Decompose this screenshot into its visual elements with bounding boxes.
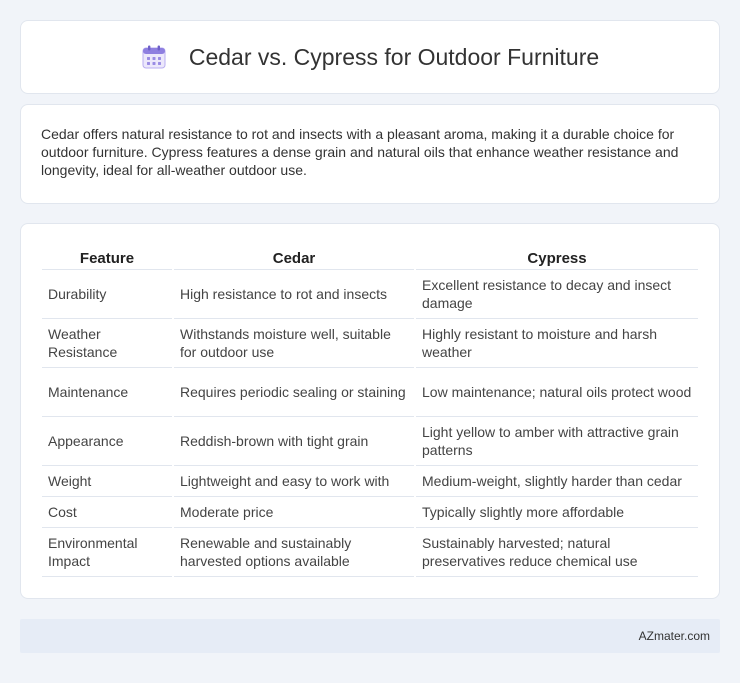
cypress-cell: Light yellow to amber with attractive gr… xyxy=(416,417,698,466)
summary-text: Cedar offers natural resistance to rot a… xyxy=(41,126,679,178)
table-row: Environmental Impact Renewable and susta… xyxy=(42,528,698,577)
cedar-cell: Requires periodic sealing or staining xyxy=(174,368,414,417)
cedar-cell: High resistance to rot and insects xyxy=(174,270,414,319)
comparison-table: Feature Cedar Cypress Durability High re… xyxy=(40,248,700,577)
cypress-cell: Low maintenance; natural oils protect wo… xyxy=(416,368,698,417)
cypress-cell: Excellent resistance to decay and insect… xyxy=(416,270,698,319)
cypress-cell: Highly resistant to moisture and harsh w… xyxy=(416,319,698,368)
table-header-row: Feature Cedar Cypress xyxy=(42,248,698,270)
feature-cell: Cost xyxy=(42,497,172,528)
page-title: Cedar vs. Cypress for Outdoor Furniture xyxy=(188,43,600,70)
feature-cell: Weather Resistance xyxy=(42,319,172,368)
cedar-cell: Withstands moisture well, suitable for o… xyxy=(174,319,414,368)
column-header-cypress: Cypress xyxy=(416,248,698,270)
cedar-cell: Moderate price xyxy=(174,497,414,528)
feature-cell: Appearance xyxy=(42,417,172,466)
column-header-feature: Feature xyxy=(42,248,172,270)
cedar-cell: Reddish-brown with tight grain xyxy=(174,417,414,466)
table-row: Appearance Reddish-brown with tight grai… xyxy=(42,417,698,466)
cypress-cell: Typically slightly more affordable xyxy=(416,497,698,528)
footer-brand: AZmater.com xyxy=(638,629,710,643)
cypress-cell: Sustainably harvested; natural preservat… xyxy=(416,528,698,577)
table-row: Weight Lightweight and easy to work with… xyxy=(42,466,698,497)
table-row: Weather Resistance Withstands moisture w… xyxy=(42,319,698,368)
cypress-cell: Medium-weight, slightly harder than ceda… xyxy=(416,466,698,497)
feature-cell: Maintenance xyxy=(42,368,172,417)
calendar-icon xyxy=(141,44,167,70)
feature-cell: Weight xyxy=(42,466,172,497)
column-header-cedar: Cedar xyxy=(174,248,414,270)
footer: AZmater.com xyxy=(20,619,720,653)
table-row: Cost Moderate price Typically slightly m… xyxy=(42,497,698,528)
table-row: Durability High resistance to rot and in… xyxy=(42,270,698,319)
feature-cell: Durability xyxy=(42,270,172,319)
table-row: Maintenance Requires periodic sealing or… xyxy=(42,368,698,417)
cedar-cell: Lightweight and easy to work with xyxy=(174,466,414,497)
header-card: Cedar vs. Cypress for Outdoor Furniture xyxy=(20,20,720,94)
comparison-table-card: Feature Cedar Cypress Durability High re… xyxy=(20,223,720,599)
cedar-cell: Renewable and sustainably harvested opti… xyxy=(174,528,414,577)
summary-card: Cedar offers natural resistance to rot a… xyxy=(20,104,720,204)
feature-cell: Environmental Impact xyxy=(42,528,172,577)
